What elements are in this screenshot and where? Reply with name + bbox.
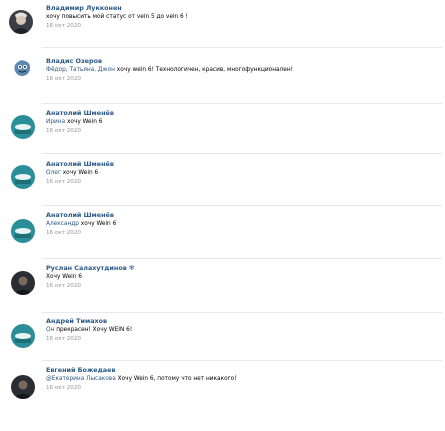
comment: Владис Озеров Фёдор, Татьяна, Джон хочу … [46, 57, 442, 84]
comment-author[interactable]: Евгений Божедаев [46, 366, 442, 375]
divider [42, 360, 442, 361]
user-photo-avatar-icon [9, 10, 33, 34]
comment-author[interactable]: Руслан Салахутдинов ✾ [46, 264, 442, 273]
comment-text: Он прекрасен! Хочу WEIN 6! [46, 326, 442, 335]
comment-text: Олег хочу Wein 6 [46, 169, 442, 178]
avatar[interactable] [11, 165, 35, 189]
comment-body: хочу wein 6! Технологичен, красив, много… [114, 67, 293, 73]
comment-date[interactable]: 16 окт 2020 [46, 229, 442, 238]
comment: Руслан Салахутдинов ✾ Хочу Wein 6 16 окт … [46, 264, 442, 291]
avatar[interactable] [11, 115, 35, 139]
comment-author[interactable]: Анатолий Шменёв [46, 109, 442, 118]
avatar[interactable] [11, 271, 35, 295]
comment-date[interactable]: 16 окт 2020 [46, 282, 442, 291]
comment-text: Ирина хочу Wein 6 [46, 118, 442, 127]
comment-author-name: Руслан Салахутдинов [46, 264, 127, 272]
reply-mention[interactable]: Олег [46, 170, 61, 176]
divider [42, 312, 442, 313]
comment-date[interactable]: 16 окт 2020 [46, 384, 442, 393]
reply-mention[interactable]: Ирина [46, 119, 65, 125]
avatar[interactable] [9, 10, 33, 34]
comment-date[interactable]: 16 окт 2020 [46, 335, 442, 344]
avatar[interactable] [11, 375, 35, 399]
dark-avatar-icon [11, 271, 35, 295]
cartoon-avatar-icon [11, 57, 33, 79]
comment-author[interactable]: Анатолий Шменёв [46, 160, 442, 169]
avatar[interactable] [11, 219, 35, 243]
comment-date[interactable]: 16 окт 2020 [46, 127, 442, 136]
divider [42, 103, 442, 104]
comment-author[interactable]: Андрей Тимахов [46, 317, 442, 326]
comment-body: хочу Wein 6 [60, 170, 99, 176]
reply-mention[interactable]: Александр [46, 221, 79, 227]
comment-body: хочу Wein 6 [78, 221, 117, 227]
badge-icon: ✾ [128, 264, 135, 272]
dark-avatar-icon [11, 375, 35, 399]
comment-body: хочу Wein 6 [65, 119, 103, 125]
comment-body: прекрасен! Хочу WEIN 6! [54, 327, 133, 333]
comment-author[interactable]: Анатолий Шменёв [46, 211, 442, 220]
avatar[interactable] [11, 57, 33, 79]
teal-avatar-icon [11, 324, 35, 348]
avatar[interactable] [11, 324, 35, 348]
comment-text: хочу повысить мой статус от vein 5 до ve… [46, 14, 188, 20]
comment: Владимир Лукконен хочу повысить мой стат… [46, 4, 442, 31]
divider [42, 258, 442, 259]
comment-text: Александр хочу Wein 6 [46, 220, 442, 229]
comment-body: Хочу Wein 6, потому что нет никакого! [115, 376, 237, 382]
comment: Анатолий Шменёв Ирина хочу Wein 6 16 окт… [46, 109, 442, 136]
teal-avatar-icon [11, 115, 35, 139]
divider [42, 47, 442, 48]
reply-mention[interactable]: Фёдор, Татьяна, Джон [46, 67, 115, 73]
comment: Анатолий Шменёв Олег хочу Wein 6 16 окт … [46, 160, 442, 187]
reply-mention[interactable]: @Екатерина Лысакова [46, 376, 116, 382]
comment: Андрей Тимахов Он прекрасен! Хочу WEIN 6… [46, 317, 442, 344]
comment-text: @Екатерина Лысакова Хочу Wein 6, потому … [46, 375, 442, 384]
comment-date[interactable]: 16 окт 2020 [46, 178, 442, 187]
comment-text: Фёдор, Татьяна, Джон хочу wein 6! Технол… [46, 66, 442, 75]
divider [42, 153, 442, 154]
divider [42, 205, 442, 206]
teal-avatar-icon [11, 219, 35, 243]
comment-author[interactable]: Владимир Лукконен [46, 4, 442, 13]
comment-date[interactable]: 16 окт 2020 [46, 22, 442, 31]
comment-text: Хочу Wein 6 [46, 274, 82, 280]
comment: Анатолий Шменёв Александр хочу Wein 6 16… [46, 211, 442, 238]
comment-date[interactable]: 16 окт 2020 [46, 75, 442, 84]
comment-author[interactable]: Владис Озеров [46, 57, 442, 66]
teal-avatar-icon [11, 165, 35, 189]
comment: Евгений Божедаев @Екатерина Лысакова Хоч… [46, 366, 442, 393]
